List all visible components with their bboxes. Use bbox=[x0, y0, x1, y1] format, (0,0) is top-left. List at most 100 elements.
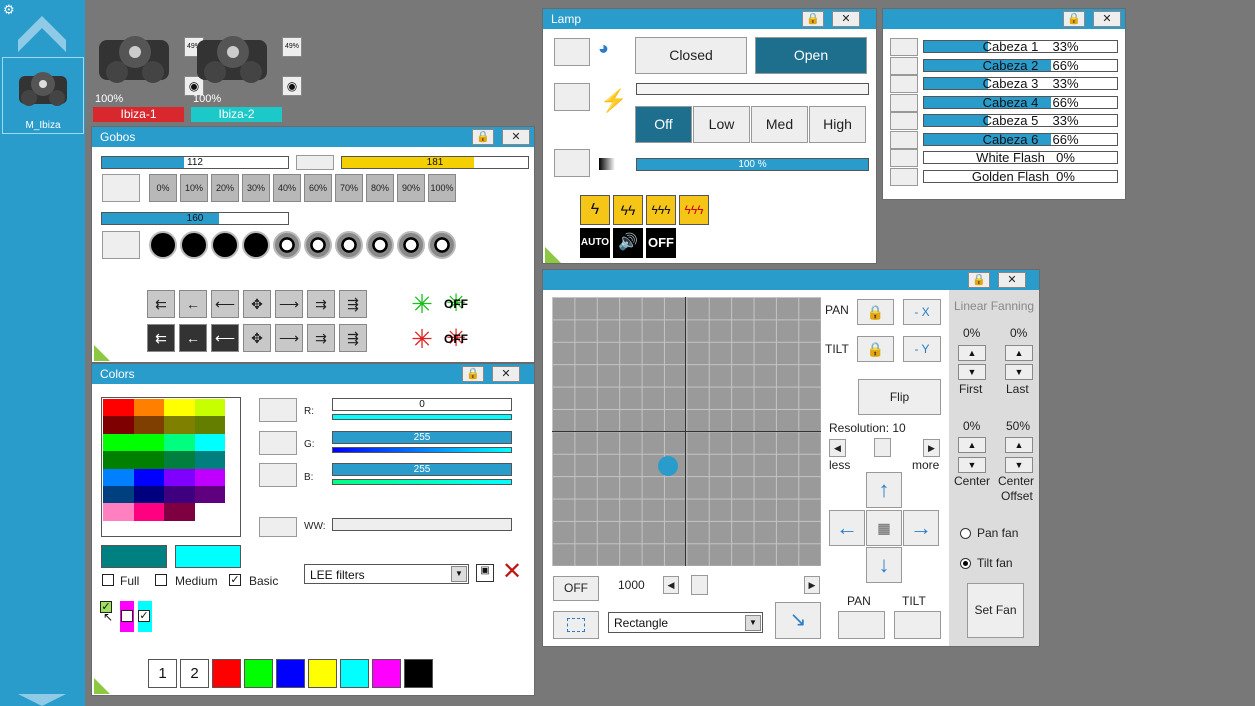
rotate-speed-button[interactable]: ⇉ bbox=[307, 290, 335, 318]
head-bar[interactable]: Cabeza 1 33% bbox=[923, 40, 1118, 53]
palette-swatch[interactable] bbox=[164, 433, 195, 452]
head-bar[interactable]: Cabeza 3 33% bbox=[923, 77, 1118, 90]
magenta-checkbox[interactable] bbox=[121, 610, 133, 622]
arrow-right-icon[interactable]: → bbox=[903, 510, 939, 546]
rotate-speed-button[interactable]: ⇶ bbox=[339, 290, 367, 318]
strobe-button[interactable] bbox=[554, 83, 590, 111]
minus-x-button[interactable]: - X bbox=[903, 299, 941, 325]
preset-color-button[interactable] bbox=[372, 659, 401, 688]
medium-checkbox[interactable] bbox=[155, 574, 167, 586]
palette-swatch[interactable] bbox=[164, 503, 195, 521]
strobe-slow-icon[interactable]: ϟ bbox=[580, 195, 610, 225]
palette-swatch[interactable] bbox=[164, 451, 195, 469]
position-marker[interactable] bbox=[658, 456, 678, 476]
low-button[interactable]: Low bbox=[693, 106, 750, 143]
lock-icon[interactable]: 🔒 bbox=[462, 366, 484, 382]
preset-color-button[interactable] bbox=[276, 659, 305, 688]
gobo-bar-1[interactable]: 112 bbox=[101, 156, 289, 169]
gobo-select-button-1[interactable] bbox=[102, 174, 140, 202]
strobe-fast-icon[interactable]: ϟϟϟ bbox=[646, 195, 676, 225]
pan-tilt-grid[interactable] bbox=[552, 297, 821, 566]
shutter-button[interactable] bbox=[554, 38, 590, 66]
head-bar[interactable]: Cabeza 4 66% bbox=[923, 95, 1118, 109]
basic-checkbox[interactable]: ✓ bbox=[229, 574, 241, 586]
speed-left-button[interactable]: ◀ bbox=[663, 576, 679, 594]
dimmer-bar[interactable]: 100 % bbox=[636, 158, 869, 171]
palette-swatch[interactable] bbox=[103, 416, 134, 434]
minus-y-button[interactable]: - Y bbox=[903, 336, 941, 362]
center-down-button[interactable]: ▼ bbox=[958, 457, 986, 473]
strobe-bar[interactable] bbox=[636, 83, 869, 95]
chevron-up-icon[interactable] bbox=[16, 10, 68, 52]
center-icon[interactable]: ▦ bbox=[866, 510, 902, 546]
palette-swatch[interactable] bbox=[164, 486, 195, 504]
palette-swatch[interactable] bbox=[194, 399, 225, 417]
palette-swatch[interactable] bbox=[133, 399, 164, 417]
percent-button[interactable]: 20% bbox=[211, 174, 239, 202]
palette-swatch[interactable] bbox=[103, 451, 134, 469]
strobe-off-button[interactable]: OFF bbox=[646, 228, 676, 258]
shake-speed-button[interactable]: ⟵ bbox=[211, 324, 239, 352]
palette-swatch[interactable] bbox=[133, 451, 164, 469]
palette-swatch[interactable] bbox=[103, 486, 134, 504]
preset-1-button[interactable]: 1 bbox=[148, 659, 177, 688]
head-bar[interactable]: Cabeza 5 33% bbox=[923, 114, 1118, 127]
lock-icon[interactable]: 🔒 bbox=[1063, 11, 1085, 27]
gobo-bar-2[interactable]: 181 bbox=[341, 156, 529, 169]
palette-swatch[interactable] bbox=[194, 486, 225, 504]
save-icon[interactable]: ▣ bbox=[476, 564, 494, 582]
r-button[interactable] bbox=[259, 398, 297, 422]
strobe-random-icon[interactable]: ϟϟϟ bbox=[679, 195, 709, 225]
palette-swatch[interactable] bbox=[164, 468, 195, 486]
pan-lock-button[interactable]: 🔒 bbox=[857, 299, 894, 325]
shake-speed-button[interactable]: ← bbox=[179, 324, 207, 352]
shake-speed-button[interactable]: ⇶ bbox=[339, 324, 367, 352]
pan-fan-radio[interactable] bbox=[960, 528, 971, 539]
palette-swatch[interactable] bbox=[133, 503, 164, 521]
shake-speed-button[interactable]: ⇇ bbox=[147, 324, 175, 352]
last-up-button[interactable]: ▲ bbox=[1005, 345, 1033, 361]
g-bar[interactable]: 255 bbox=[332, 431, 512, 444]
rotate-speed-button[interactable]: ✥ bbox=[243, 290, 271, 318]
dimmer-button[interactable] bbox=[554, 149, 590, 177]
offset-up-button[interactable]: ▲ bbox=[1005, 437, 1033, 453]
rotate-speed-button[interactable]: ⟶ bbox=[275, 290, 303, 318]
gobo-select-button-2[interactable] bbox=[102, 231, 140, 259]
closed-button[interactable]: Closed bbox=[635, 37, 747, 74]
percent-button[interactable]: 0% bbox=[149, 174, 177, 202]
head-bar[interactable]: Cabeza 6 66% bbox=[923, 132, 1118, 146]
palette-swatch[interactable] bbox=[194, 433, 225, 452]
fixture-name[interactable]: Ibiza-1 bbox=[93, 107, 184, 122]
med-button[interactable]: Med bbox=[751, 106, 808, 143]
set-fan-button[interactable]: Set Fan bbox=[967, 583, 1024, 638]
ww-bar[interactable] bbox=[332, 518, 512, 531]
resolution-more-button[interactable]: ▶ bbox=[923, 439, 940, 457]
gobo-rotate-icon[interactable] bbox=[304, 231, 332, 259]
head-bar[interactable]: Golden Flash 0% bbox=[923, 169, 1118, 183]
gobo-rotate-icon[interactable] bbox=[397, 231, 425, 259]
fixture-name[interactable]: Ibiza-2 bbox=[191, 107, 282, 122]
head-select-button[interactable] bbox=[890, 93, 918, 112]
tilt-lock-button[interactable]: 🔒 bbox=[857, 336, 894, 362]
rotate-speed-button[interactable]: ⟵ bbox=[211, 290, 239, 318]
gobo-rotate-icon[interactable] bbox=[428, 231, 456, 259]
head-bar[interactable]: Cabeza 2 66% bbox=[923, 58, 1118, 72]
shake-speed-button[interactable]: ✥ bbox=[243, 324, 271, 352]
palette-swatch[interactable] bbox=[194, 416, 225, 434]
percent-button[interactable]: 30% bbox=[242, 174, 270, 202]
palette-swatch[interactable] bbox=[133, 416, 164, 434]
head-select-button[interactable] bbox=[890, 167, 918, 186]
red-burst-icon[interactable]: ✳ bbox=[408, 325, 436, 353]
flip-button[interactable]: Flip bbox=[858, 379, 941, 415]
first-up-button[interactable]: ▲ bbox=[958, 345, 986, 361]
shape-select[interactable]: Rectangle ▼ bbox=[608, 612, 763, 633]
percent-button[interactable]: 70% bbox=[335, 174, 363, 202]
close-icon[interactable]: ✕ bbox=[492, 366, 520, 382]
head-select-button[interactable] bbox=[890, 38, 918, 56]
palette-swatch[interactable] bbox=[103, 399, 134, 417]
palette-swatch[interactable] bbox=[133, 486, 164, 504]
filter-select[interactable]: LEE filters ▼ bbox=[304, 564, 469, 584]
delete-icon[interactable]: ✕ bbox=[502, 560, 522, 584]
resolution-slider[interactable] bbox=[874, 438, 891, 457]
close-icon[interactable]: ✕ bbox=[998, 272, 1026, 288]
